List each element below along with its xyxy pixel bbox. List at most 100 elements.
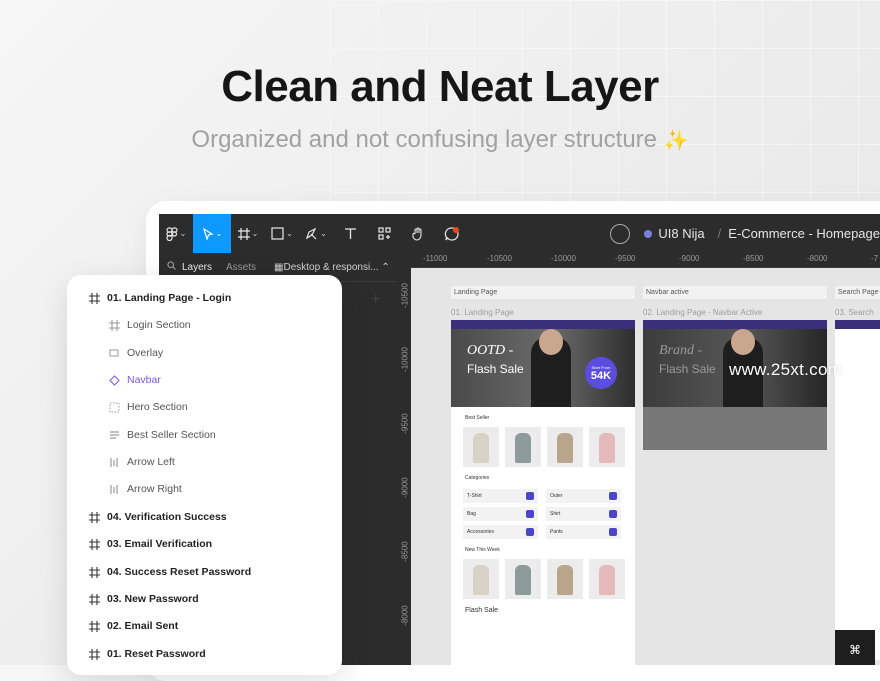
layer-row[interactable]: Arrow Left <box>107 453 175 471</box>
ruler-tick: -10000 <box>551 254 576 263</box>
layer-row[interactable]: Best Seller Section <box>107 426 216 444</box>
ruler-tick: -8500 <box>743 254 764 263</box>
columns-icon <box>107 455 121 469</box>
category-label: Bag <box>467 511 476 517</box>
frame-icon <box>87 537 101 551</box>
page-selector[interactable]: ▦Desktop & responsi... ⌃ <box>274 262 390 273</box>
add-page-button[interactable]: + <box>371 291 380 309</box>
layer-row[interactable]: 01. Reset Password <box>87 645 206 663</box>
layer-row[interactable]: 02. Email Sent <box>87 617 178 635</box>
pen-tool-button[interactable]: ⌄ <box>299 214 333 253</box>
layer-label: 03. New Password <box>107 593 199 605</box>
ruler-tick: -8000 <box>400 605 410 626</box>
ruler-left: -10500 -10000 -9500 -9000 -8500 -8000 <box>397 267 412 665</box>
frame-tool-button[interactable]: ⌄ <box>231 214 265 253</box>
ruler-tick: -11000 <box>423 254 448 263</box>
category-label: Outer <box>550 493 563 499</box>
comment-tool-button[interactable] <box>435 214 469 253</box>
figma-badge-icon: ⌘ <box>835 630 875 665</box>
frame-icon <box>87 647 101 661</box>
landing-page-board[interactable]: OOTD - Flash Sale Start From 54K Best Sel… <box>451 320 635 665</box>
product-card <box>505 559 541 599</box>
layer-label: Arrow Right <box>127 483 182 495</box>
layer-label: 02. Email Sent <box>107 620 179 632</box>
new-products <box>463 559 635 599</box>
chevron-up-icon: ⌃ <box>381 261 390 273</box>
category-label: Accessories <box>467 529 494 535</box>
chevron-down-icon: ⌄ <box>320 229 327 238</box>
layer-row[interactable]: Navbar <box>107 371 161 389</box>
text-icon <box>344 228 356 239</box>
component-icon <box>107 373 121 387</box>
team-name: UI8 Nija <box>658 226 705 241</box>
layer-row[interactable]: Overlay <box>107 344 163 362</box>
layer-row[interactable]: 01. Landing Page - Login <box>87 289 231 307</box>
price-badge-value: 54K <box>590 369 612 382</box>
move-tool-button[interactable]: ⌄ <box>193 214 231 253</box>
category-tile: Outer <box>546 489 621 503</box>
layer-row[interactable]: 04. Success Reset Password <box>87 563 251 581</box>
ruler-tick: -9000 <box>679 254 700 263</box>
frame-icon <box>87 291 101 305</box>
hand-icon <box>412 226 422 241</box>
layer-row[interactable]: 03. New Password <box>87 590 199 608</box>
frame-icon <box>237 227 250 240</box>
toolbar: ⌄ ⌄ ⌄ ⌄ ⌄ UI8 Nija / E-Commerce - Homepa… <box>159 214 880 253</box>
frame-label-search[interactable]: Search Page <box>835 286 880 299</box>
file-name[interactable]: E-Commerce - Homepage <box>728 226 880 241</box>
frame-name[interactable]: 01. Landing Page <box>451 308 514 317</box>
canvas[interactable]: Landing Page Navbar active Search Page 0… <box>411 268 880 665</box>
pen-icon <box>306 227 317 240</box>
layer-row[interactable]: Login Section <box>107 316 191 334</box>
layer-label: 01. Landing Page - Login <box>107 292 232 304</box>
hero-title: Brand - <box>659 343 703 358</box>
categories-grid: T-Shirt Outer Bag Shirt Accessories Pant… <box>463 489 621 539</box>
category-label: T-Shirt <box>467 493 482 499</box>
layer-label: Navbar <box>127 374 161 386</box>
frame-name[interactable]: 02. Landing Page - Navbar Active <box>643 308 762 317</box>
cursor-icon <box>202 227 214 240</box>
tab-layers[interactable]: Layers <box>182 262 212 273</box>
team-switcher[interactable]: UI8 Nija <box>644 226 705 241</box>
ruler-tick: -8500 <box>400 541 410 562</box>
page-selector-label: Desktop & responsi... <box>283 261 379 273</box>
layer-label: 04. Success Reset Password <box>107 566 252 578</box>
text-align-icon <box>107 428 121 442</box>
categories-heading: Categories <box>465 475 490 481</box>
frame-name[interactable]: 03. Search <box>835 308 874 317</box>
subheadline: Organized and not confusing layer struct… <box>0 126 880 154</box>
main-menu-button[interactable]: ⌄ <box>159 214 193 253</box>
resources-icon <box>377 227 391 240</box>
layer-row[interactable]: 03. Email Verification <box>87 535 212 553</box>
layer-label: Best Seller Section <box>127 429 216 441</box>
board-navbar <box>835 320 880 329</box>
layer-row[interactable]: Arrow Right <box>107 480 182 498</box>
frame-icon <box>87 592 101 606</box>
shape-tool-button[interactable]: ⌄ <box>265 214 299 253</box>
ruler-tick: -7 <box>871 254 879 263</box>
navbar-active-board[interactable]: Brand - Flash Sale <box>643 320 827 450</box>
headline: Clean and Neat Layer <box>221 62 659 111</box>
tab-assets[interactable]: Assets <box>226 262 256 273</box>
frame-label-navbar[interactable]: Navbar active <box>643 286 827 299</box>
chevron-down-icon: ⌄ <box>286 229 293 238</box>
product-card <box>463 427 499 467</box>
search-icon[interactable] <box>167 261 176 273</box>
category-tile: Accessories <box>463 525 538 539</box>
text-tool-button[interactable] <box>333 214 367 253</box>
frame-icon <box>87 510 101 524</box>
chevron-down-icon: ⌄ <box>215 229 223 238</box>
frame-label-landing[interactable]: Landing Page <box>451 286 635 299</box>
product-card <box>589 559 625 599</box>
chevron-down-icon: ⌄ <box>179 229 187 238</box>
rectangle-icon <box>271 227 284 240</box>
resources-button[interactable] <box>367 214 401 253</box>
layers-panel: 01. Landing Page - Login Login Section Ove… <box>67 275 342 675</box>
layer-label: Overlay <box>127 347 164 359</box>
avatar[interactable] <box>610 223 631 244</box>
layer-row[interactable]: Hero Section <box>107 398 188 416</box>
breadcrumb-separator: / <box>717 226 722 241</box>
hand-tool-button[interactable] <box>401 214 435 253</box>
watermark: www.25xt.com <box>729 360 843 379</box>
layer-row[interactable]: 04. Verification Success <box>87 508 227 526</box>
